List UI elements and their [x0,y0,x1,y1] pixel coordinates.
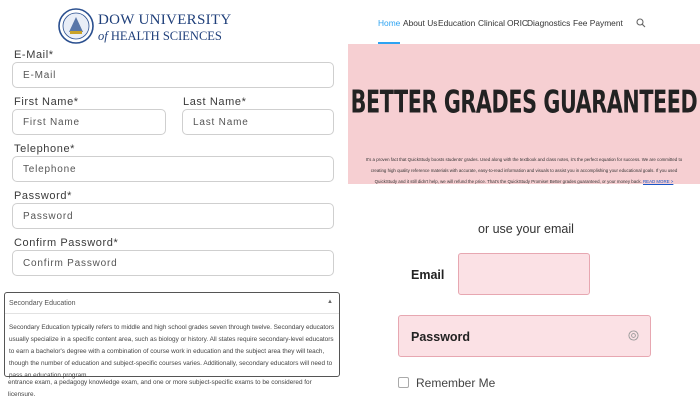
logo-subtitle-main: HEALTH SCIENCES [110,29,222,43]
nav-oric[interactable]: ORIC [507,18,528,28]
accordion-overflow-text: entrance exam, a pedagogy knowledge exam… [8,379,312,398]
login-password-input[interactable]: Password [398,315,651,357]
password-input[interactable] [12,203,334,229]
nav-education[interactable]: Education [438,18,475,28]
email-input[interactable] [12,62,334,88]
confirm-password-label: Confirm Password* [14,237,119,249]
university-seal-icon [58,8,94,44]
banner-text: It's a proven fact that QuickStudy boost… [364,154,684,187]
read-more-link[interactable]: READ MORE > [643,179,673,184]
search-icon[interactable] [636,18,646,28]
last-name-label: Last Name* [183,96,247,108]
secondary-education-accordion[interactable]: Secondary Education ▲ Secondary Educatio… [4,292,340,379]
password-label: Password* [14,190,72,202]
accordion-title: Secondary Education [9,300,76,307]
logo-subtitle-prefix: of [98,29,108,43]
nav-fee-payment[interactable]: Fee Payment [573,18,623,28]
nav-clinical[interactable]: Clinical [478,18,505,28]
remember-me-label: Remember Me [416,376,496,390]
banner-body: It's a proven fact that QuickStudy boost… [365,157,683,184]
login-email-label: Email [411,268,445,282]
logo-subtitle: of HEALTH SCIENCES [98,29,222,44]
or-use-email-text: or use your email [478,222,574,236]
nav-home[interactable]: Home [378,18,400,28]
login-email-input[interactable] [458,253,590,295]
banner-title: BETTER GRADES GUARANTEED [350,85,698,121]
logo-title: DOW UNIVERSITY [98,12,232,28]
university-logo[interactable]: DOW UNIVERSITY of HEALTH SCIENCES [58,8,231,48]
accordion-body: Secondary Education typically refers to … [9,324,335,379]
last-name-input[interactable] [182,109,334,135]
first-name-input[interactable] [12,109,166,135]
email-label: E-Mail* [14,49,54,61]
nav-about-us[interactable]: About Us [403,18,437,28]
telephone-input[interactable] [12,156,334,182]
first-name-label: First Name* [14,96,79,108]
eye-icon[interactable] [628,330,639,341]
collapse-arrow-icon[interactable]: ▲ [327,299,333,305]
login-password-label: Password [411,330,471,344]
registration-panel: DOW UNIVERSITY of HEALTH SCIENCES E-Mail… [0,0,348,400]
nav-diagnostics[interactable]: Diagnostics [527,18,570,28]
telephone-label: Telephone* [14,143,76,155]
promo-banner: BETTER GRADES GUARANTEED It's a proven f… [348,44,700,184]
accordion-divider [5,313,339,314]
remember-me-checkbox[interactable] [398,377,409,388]
confirm-password-input[interactable] [12,250,334,276]
